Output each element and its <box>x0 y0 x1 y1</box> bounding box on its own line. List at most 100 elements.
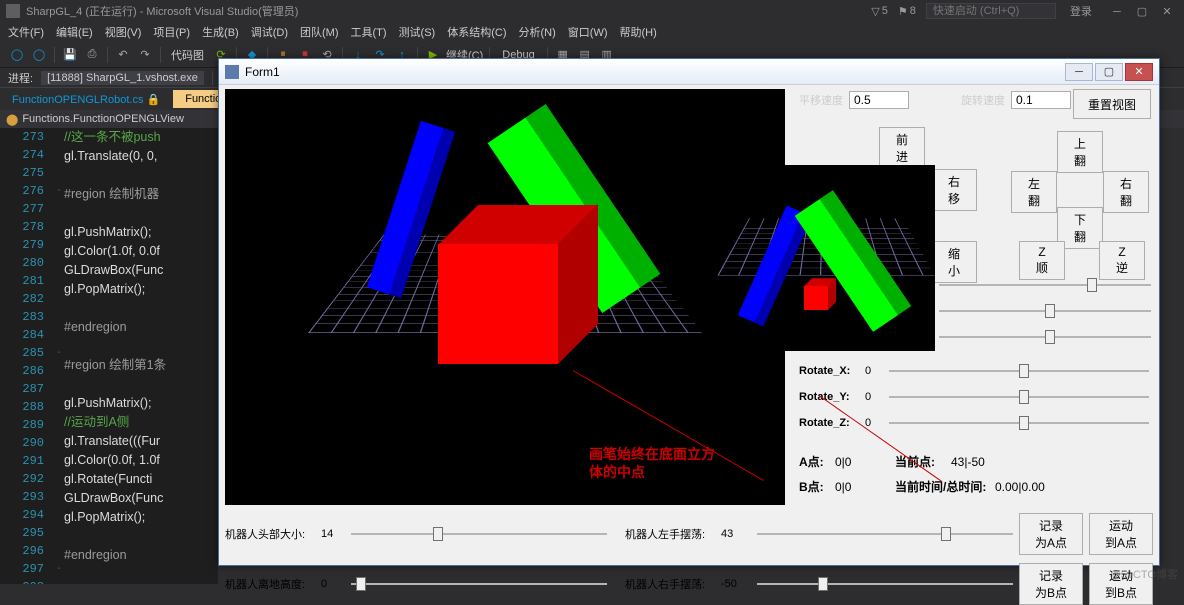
reset-view-button[interactable]: 重置视图 <box>1073 89 1151 119</box>
form-close-icon[interactable]: ✕ <box>1125 63 1153 81</box>
menu-analyze[interactable]: 分析(N) <box>519 24 556 40</box>
flip-right-button[interactable]: 右翻 <box>1103 171 1149 213</box>
menu-test[interactable]: 测试(S) <box>399 24 436 40</box>
a-point-value: 0|0 <box>835 455 895 469</box>
login-link[interactable]: 登录 <box>1070 3 1092 19</box>
form-min-icon[interactable]: ─ <box>1065 63 1093 81</box>
time-value: 0.00|0.00 <box>995 480 1045 494</box>
rotate-y-slider[interactable] <box>889 387 1149 407</box>
flag-count: 8 <box>910 5 916 17</box>
process-label: 进程: <box>8 70 33 86</box>
goto-a-button[interactable]: 运动到A点 <box>1089 513 1153 555</box>
ground-height-value: 0 <box>321 578 345 590</box>
form-title: Form1 <box>245 65 1063 79</box>
pan-speed-row: 平移速度 <box>799 91 909 109</box>
quick-launch-input[interactable] <box>926 3 1056 19</box>
menu-file[interactable]: 文件(F) <box>8 24 44 40</box>
slider-y[interactable] <box>939 301 1151 321</box>
save-all-icon[interactable]: ⎙ <box>83 46 101 64</box>
line-gutter: 2732742752762772782792802812822832842852… <box>0 128 54 584</box>
rot-speed-label: 旋转速度 <box>961 92 1005 108</box>
class-icon: ⬤ <box>6 113 18 126</box>
red-cube-shape <box>438 214 588 369</box>
ground-height-label: 机器人离地高度: <box>225 576 315 592</box>
head-size-value: 14 <box>321 528 345 540</box>
move-fwd-button[interactable]: 前进 <box>879 127 925 169</box>
code-map-button[interactable]: 代码图 <box>171 47 204 63</box>
rotate-y-label: Rotate_Y: <box>799 391 865 403</box>
fold-column[interactable]: --- <box>54 128 64 584</box>
flip-up-button[interactable]: 上翻 <box>1057 131 1103 173</box>
code-content[interactable]: //这一条不被push gl.Translate(0, 0, #region 绘… <box>64 128 218 584</box>
annotation-text: 画笔始终在底面立方 体的中点 <box>589 445 715 481</box>
head-size-slider[interactable] <box>351 524 607 544</box>
pan-speed-input[interactable] <box>849 91 909 109</box>
maximize-icon[interactable]: ▢ <box>1131 5 1153 18</box>
rotate-z-label: Rotate_Z: <box>799 417 865 429</box>
menu-edit[interactable]: 编辑(E) <box>56 24 93 40</box>
close-icon[interactable]: ✕ <box>1156 5 1178 18</box>
rotate-z-slider[interactable] <box>889 413 1149 433</box>
vs-title-bar: SharpGL_4 (正在运行) - Microsoft Visual Stud… <box>0 0 1184 22</box>
menu-help[interactable]: 帮助(H) <box>620 24 657 40</box>
menu-arch[interactable]: 体系结构(C) <box>447 24 506 40</box>
menu-debug[interactable]: 调试(D) <box>251 24 288 40</box>
menu-view[interactable]: 视图(V) <box>105 24 142 40</box>
move-right-button[interactable]: 右移 <box>931 169 977 211</box>
vs-menu-bar: 文件(F) 编辑(E) 视图(V) 项目(P) 生成(B) 调试(D) 团队(M… <box>0 22 1184 42</box>
rot-speed-input[interactable] <box>1011 91 1071 109</box>
main-3d-viewport[interactable] <box>225 89 785 505</box>
lock-icon: 🔒 <box>147 94 161 106</box>
left-arm-slider[interactable] <box>757 524 1013 544</box>
code-editor[interactable]: 2732742752762772782792802812822832842852… <box>0 128 218 584</box>
red-cube-shape <box>804 280 834 311</box>
notif-icon[interactable]: ▽ <box>871 5 879 18</box>
record-a-button[interactable]: 记录为A点 <box>1019 513 1083 555</box>
undo-icon[interactable]: ↶ <box>114 46 132 64</box>
menu-project[interactable]: 项目(P) <box>153 24 190 40</box>
tab-robot[interactable]: FunctionOPENGLRobot.cs 🔒 <box>0 90 173 109</box>
form-title-bar[interactable]: Form1 ─ ▢ ✕ <box>219 59 1159 85</box>
record-b-button[interactable]: 记录为B点 <box>1019 563 1083 605</box>
rotate-x-slider[interactable] <box>889 361 1149 381</box>
process-value[interactable]: [11888] SharpGL_1.vshost.exe <box>41 71 204 85</box>
pan-speed-label: 平移速度 <box>799 92 843 108</box>
right-arm-label: 机器人右手摆荡: <box>625 576 715 592</box>
b-point-label: B点: <box>799 478 835 495</box>
form1-window: Form1 ─ ▢ ✕ 画笔始终在底面立方 体的中点 <box>218 58 1160 566</box>
time-label: 当前时间/总时间: <box>895 478 995 495</box>
redo-icon[interactable]: ↷ <box>136 46 154 64</box>
menu-build[interactable]: 生成(B) <box>202 24 239 40</box>
slider-x[interactable] <box>939 275 1151 295</box>
rotate-y-value: 0 <box>865 391 889 403</box>
window-controls: ─ ▢ ✕ <box>1106 5 1178 18</box>
rot-speed-row: 旋转速度 <box>961 91 1071 109</box>
menu-team[interactable]: 团队(M) <box>300 24 339 40</box>
left-arm-value: 43 <box>721 528 751 540</box>
left-arm-label: 机器人左手摆荡: <box>625 526 715 542</box>
form-icon <box>225 65 239 79</box>
menu-tools[interactable]: 工具(T) <box>351 24 387 40</box>
window-title: SharpGL_4 (正在运行) - Microsoft Visual Stud… <box>26 3 298 19</box>
rotate-x-value: 0 <box>865 365 889 377</box>
nav-back-icon[interactable]: ◯ <box>8 46 26 64</box>
menu-window[interactable]: 窗口(W) <box>568 24 608 40</box>
save-icon[interactable]: 💾 <box>61 46 79 64</box>
slider-z[interactable] <box>939 327 1151 347</box>
flag-icon[interactable]: ⚑ <box>898 5 908 18</box>
form-max-icon[interactable]: ▢ <box>1095 63 1123 81</box>
right-arm-slider[interactable] <box>757 574 1013 594</box>
rotate-x-label: Rotate_X: <box>799 365 865 377</box>
small-3d-viewport[interactable] <box>717 165 935 351</box>
tab-label: FunctionOPENGLRobot.cs <box>12 94 143 106</box>
watermark: @51CTO博客 <box>1110 566 1178 582</box>
rotate-z-value: 0 <box>865 417 889 429</box>
flip-left-button[interactable]: 左翻 <box>1011 171 1057 213</box>
b-point-value: 0|0 <box>835 480 895 494</box>
nav-fwd-icon[interactable]: ◯ <box>30 46 48 64</box>
a-point-label: A点: <box>799 453 835 470</box>
head-size-label: 机器人头部大小: <box>225 526 315 542</box>
minimize-icon[interactable]: ─ <box>1106 6 1128 18</box>
notif-count: 5 <box>882 5 888 17</box>
ground-height-slider[interactable] <box>351 574 607 594</box>
